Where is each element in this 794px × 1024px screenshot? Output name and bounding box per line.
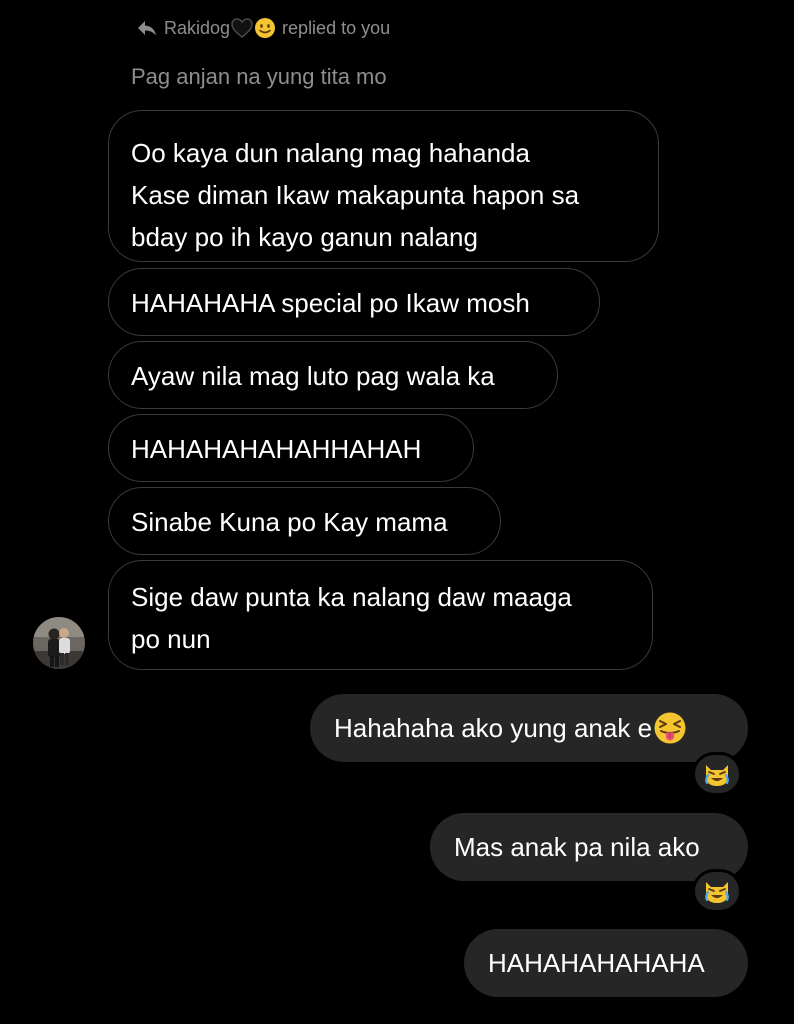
reply-sender-name: Rakidog bbox=[164, 17, 231, 38]
message-reaction[interactable] bbox=[692, 752, 742, 796]
incoming-message[interactable]: Sige daw punta ka nalang daw maaga po nu… bbox=[108, 560, 653, 670]
reply-arrow-icon bbox=[138, 21, 156, 36]
incoming-message[interactable]: Ayaw nila mag luto pag wala ka bbox=[108, 341, 558, 409]
outgoing-message[interactable]: Mas anak pa nila ako bbox=[430, 813, 748, 881]
smiling-face-icon bbox=[255, 18, 276, 38]
message-reaction[interactable] bbox=[692, 869, 742, 913]
outgoing-message-text: Mas anak pa nila ako bbox=[454, 832, 700, 862]
outgoing-message[interactable]: HAHAHAHAHAHA bbox=[464, 929, 748, 997]
crying-cat-face-icon bbox=[705, 765, 729, 786]
incoming-message[interactable]: Oo kaya dun nalang mag hahanda Kase dima… bbox=[108, 110, 659, 262]
quoted-message[interactable]: Pag anjan na yung tita mo bbox=[131, 64, 387, 90]
outgoing-message[interactable]: Hahahaha ako yung anak e bbox=[310, 694, 748, 762]
reply-label: replied to you bbox=[282, 17, 391, 38]
squinting-face-with-tongue-icon bbox=[654, 712, 686, 744]
incoming-message[interactable]: HAHAHAHA special po Ikaw mosh bbox=[108, 268, 600, 336]
outgoing-message-text: Hahahaha ako yung anak e bbox=[334, 713, 653, 743]
outgoing-message-text: HAHAHAHAHAHA bbox=[488, 948, 705, 978]
black-heart-icon bbox=[231, 18, 253, 38]
crying-cat-face-icon bbox=[705, 882, 729, 903]
incoming-message[interactable]: Sinabe Kuna po Kay mama bbox=[108, 487, 501, 555]
reply-header: Rakidog replied to you bbox=[136, 14, 390, 42]
sender-avatar[interactable] bbox=[33, 617, 85, 669]
incoming-message[interactable]: HAHAHAHAHAHHAHAH bbox=[108, 414, 474, 482]
